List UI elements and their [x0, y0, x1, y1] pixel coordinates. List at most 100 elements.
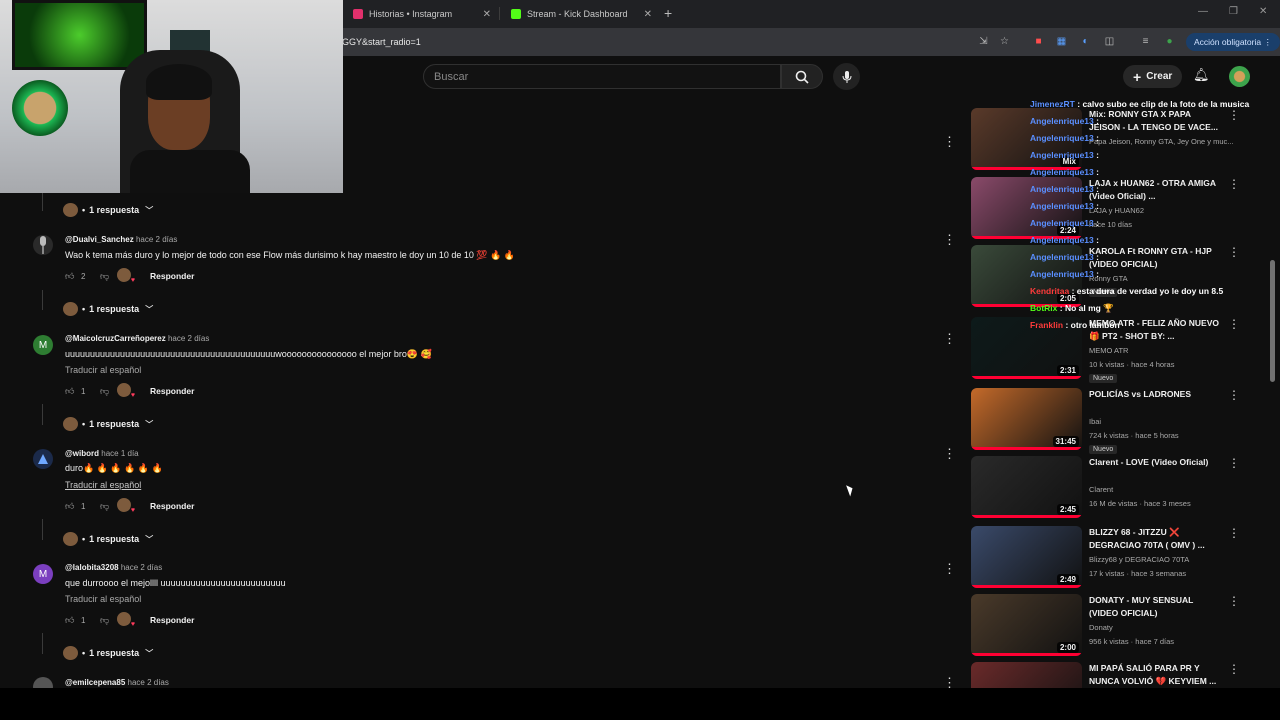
video-more-icon[interactable]: ⋮ — [1228, 456, 1240, 470]
like-icon[interactable]: 👍︎ — [65, 615, 77, 626]
commenter-avatar[interactable] — [33, 449, 53, 469]
tab-instagram[interactable]: Historias • Instagram ✕ — [345, 2, 497, 26]
related-video[interactable]: 31:45 POLICÍAS vs LADRONES Ibai 724 k vista… — [971, 388, 1240, 454]
commenter-avatar[interactable]: M — [33, 564, 53, 584]
comment-time[interactable]: hace 2 días — [128, 678, 169, 687]
close-window-icon[interactable]: ✕ — [1259, 6, 1267, 17]
chat-text: : — [1096, 116, 1099, 126]
chat-username[interactable]: Kendritaa — [1030, 286, 1069, 296]
chat-username[interactable]: Angelenrique13 — [1030, 235, 1094, 245]
chat-username[interactable]: Angelenrique13 — [1030, 167, 1094, 177]
video-thumbnail[interactable]: 2:45 — [971, 456, 1082, 518]
video-title[interactable]: MI PAPÁ SALIÓ PARA PR Y NUNCA VOLVIÓ 💔 K… — [1089, 662, 1221, 688]
user-avatar[interactable] — [1229, 66, 1250, 87]
like-icon[interactable]: 👍︎ — [65, 271, 77, 282]
video-channel[interactable]: MEMO ATR — [1089, 346, 1128, 355]
chat-username[interactable]: Angelenrique13 — [1030, 133, 1094, 143]
related-video[interactable]: 2:45 Clarent - LOVE (Video Oficial) Claren… — [971, 456, 1240, 522]
view-replies-button[interactable]: • 1 respuesta ﹀ — [63, 417, 153, 431]
video-thumbnail[interactable]: 2:00 — [971, 594, 1082, 656]
close-icon[interactable]: ✕ — [483, 9, 491, 20]
chat-username[interactable]: Angelenrique13 — [1030, 252, 1094, 262]
new-tab-button[interactable]: + — [664, 5, 672, 21]
close-icon[interactable]: ✕ — [644, 9, 652, 20]
reply-button[interactable]: Responder — [150, 615, 194, 625]
comment-more-icon[interactable]: ⋮ — [943, 134, 956, 150]
video-title[interactable]: BLIZZY 68 - JITZZU ❌ DEGRACIAO 70TA ( OM… — [1089, 526, 1221, 552]
comment-time[interactable]: hace 2 días — [136, 235, 177, 244]
reply-button[interactable]: Responder — [150, 386, 194, 396]
extension-icon[interactable]: ▦ — [1055, 35, 1068, 48]
video-channel[interactable]: Ibai — [1089, 417, 1101, 426]
dislike-icon[interactable]: 👎︎ — [100, 386, 114, 397]
view-replies-button[interactable]: • 1 respuesta ﹀ — [63, 203, 153, 217]
comment-more-icon[interactable]: ⋮ — [943, 446, 956, 462]
extension-icon[interactable]: ◐ — [1079, 35, 1092, 48]
minimize-icon[interactable]: — — [1198, 6, 1208, 17]
video-more-icon[interactable]: ⋮ — [1228, 388, 1240, 402]
video-more-icon[interactable]: ⋮ — [1228, 662, 1240, 676]
extension-icon[interactable]: ■ — [1032, 35, 1045, 48]
commenter-avatar[interactable] — [33, 235, 53, 255]
comment-time[interactable]: hace 2 días — [121, 563, 162, 572]
like-icon[interactable]: 👍︎ — [65, 501, 77, 512]
comment-author[interactable]: @Dualvi_Sanchez — [65, 235, 134, 244]
search-input[interactable]: Buscar — [423, 64, 781, 89]
comment-author[interactable]: @emilcepena85 — [65, 678, 125, 687]
video-channel[interactable]: Clarent — [1089, 485, 1113, 494]
comment-more-icon[interactable]: ⋮ — [943, 331, 956, 347]
video-thumbnail[interactable]: 31:45 — [971, 388, 1082, 450]
related-video[interactable]: 2:49 BLIZZY 68 - JITZZU ❌ DEGRACIAO 70TA … — [971, 526, 1240, 592]
video-title[interactable]: DONATY - MUY SENSUAL (VIDEO OFICIAL) — [1089, 594, 1221, 620]
notifications-bell-icon[interactable]: 🔔︎ — [1193, 67, 1210, 83]
dislike-icon[interactable]: 👎︎ — [100, 271, 114, 282]
commenter-avatar[interactable]: M — [33, 335, 53, 355]
tab-kick[interactable]: Stream - Kick Dashboard ✕ — [503, 2, 658, 26]
reading-list-icon[interactable]: ≡ — [1139, 35, 1152, 48]
video-more-icon[interactable]: ⋮ — [1228, 594, 1240, 608]
maximize-icon[interactable]: ❐ — [1229, 6, 1238, 17]
video-channel[interactable]: Donaty — [1089, 623, 1113, 632]
chat-username[interactable]: BotRix — [1030, 303, 1057, 313]
translate-link[interactable]: Traducir al español — [65, 594, 141, 604]
video-channel[interactable]: Blizzy68 y DEGRACIAO 70TA — [1089, 555, 1189, 564]
comment-author[interactable]: @wibord — [65, 449, 99, 458]
dislike-icon[interactable]: 👎︎ — [100, 615, 114, 626]
search-button[interactable] — [781, 64, 823, 89]
comment-more-icon[interactable]: ⋮ — [943, 232, 956, 248]
comment-more-icon[interactable]: ⋮ — [943, 561, 956, 577]
translate-link[interactable]: Traducir al español — [65, 365, 141, 375]
extensions-puzzle-icon[interactable]: ◫ — [1103, 35, 1116, 48]
video-thumbnail[interactable]: 2:49 — [971, 526, 1082, 588]
chat-username[interactable]: Angelenrique13 — [1030, 184, 1094, 194]
view-replies-button[interactable]: • 1 respuesta ﹀ — [63, 302, 153, 316]
voice-search-button[interactable] — [833, 63, 860, 90]
create-button[interactable]: + Crear — [1123, 65, 1183, 88]
chat-username[interactable]: Angelenrique13 — [1030, 150, 1094, 160]
chat-username[interactable]: Franklin — [1030, 320, 1063, 330]
reply-button[interactable]: Responder — [150, 501, 194, 511]
like-icon[interactable]: 👍︎ — [65, 386, 77, 397]
view-replies-button[interactable]: • 1 respuesta ﹀ — [63, 646, 153, 660]
bookmark-star-icon[interactable]: ☆ — [998, 35, 1011, 48]
video-title[interactable]: Clarent - LOVE (Video Oficial) — [1089, 456, 1221, 469]
action-required-button[interactable]: Acción obligatoria ⋮ — [1186, 33, 1280, 51]
chat-username[interactable]: Angelenrique13 — [1030, 269, 1094, 279]
comment-author[interactable]: @lalobita3208 — [65, 563, 119, 572]
related-video[interactable]: 2:00 DONATY - MUY SENSUAL (VIDEO OFICIAL)… — [971, 594, 1240, 660]
comment-time[interactable]: hace 2 días — [168, 334, 209, 343]
chat-username[interactable]: JimenezRT — [1030, 99, 1075, 109]
comment-author[interactable]: @MaicolcruzCarreñoperez — [65, 334, 166, 343]
video-more-icon[interactable]: ⋮ — [1228, 526, 1240, 540]
reply-button[interactable]: Responder — [150, 271, 194, 281]
install-app-icon[interactable]: ⇲ — [977, 35, 990, 48]
translate-link[interactable]: Traducir al español — [65, 480, 141, 490]
dislike-icon[interactable]: 👎︎ — [100, 501, 114, 512]
comment-time[interactable]: hace 1 día — [101, 449, 138, 458]
chat-username[interactable]: Angelenrique13 — [1030, 201, 1094, 211]
profile-icon[interactable]: ● — [1163, 35, 1176, 48]
video-title[interactable]: POLICÍAS vs LADRONES — [1089, 388, 1221, 401]
chat-username[interactable]: Angelenrique13 — [1030, 218, 1094, 228]
chat-username[interactable]: Angelenrique13 — [1030, 116, 1094, 126]
view-replies-button[interactable]: • 1 respuesta ﹀ — [63, 532, 153, 546]
